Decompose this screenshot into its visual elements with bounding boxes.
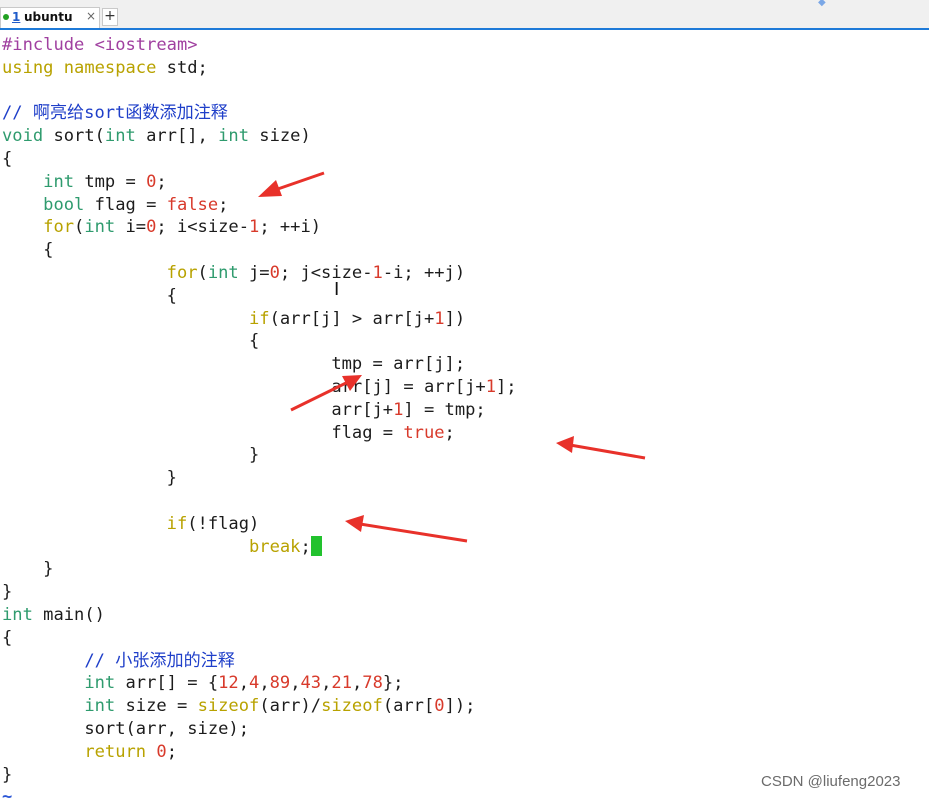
arrow-if-not-flag bbox=[345, 515, 468, 543]
annotation-arrows bbox=[258, 171, 646, 543]
watermark: CSDN @liufeng2023 bbox=[761, 773, 901, 790]
arrow-flag-true bbox=[556, 436, 646, 460]
arrow-flag-false bbox=[258, 171, 325, 197]
arrow-swap-block bbox=[290, 375, 362, 412]
